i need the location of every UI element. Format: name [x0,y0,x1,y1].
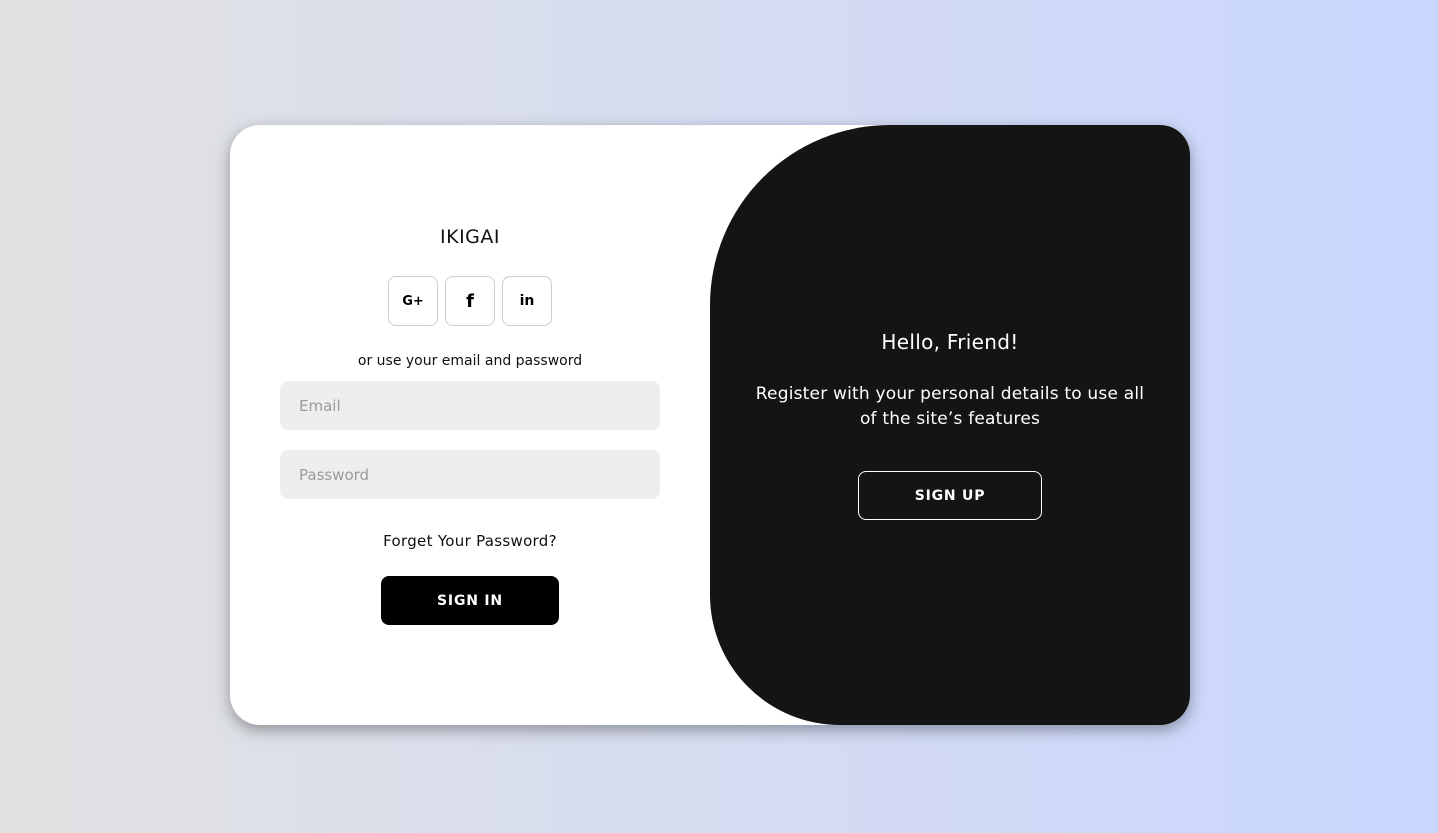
toggle-title: Hello, Friend! [881,330,1019,354]
password-field[interactable] [280,450,660,499]
facebook-icon: f [466,290,474,312]
facebook-button[interactable]: f [445,276,495,326]
linkedin-button[interactable]: in [502,276,552,326]
toggle-description: Register with your personal details to u… [755,384,1145,429]
sign-in-button[interactable]: SIGN IN [381,576,559,625]
toggle-panel: Hello, Friend! Register with your person… [710,125,1190,725]
auth-card: IKIGAI G+ f in or use your email and pas… [230,125,1190,725]
google-plus-icon: G+ [402,293,424,309]
social-login-row: G+ f in [388,276,552,326]
email-field[interactable] [280,381,660,430]
google-plus-button[interactable]: G+ [388,276,438,326]
alt-login-text: or use your email and password [357,353,583,369]
sign-in-form: IKIGAI G+ f in or use your email and pas… [230,125,710,725]
forgot-password-link[interactable]: Forget Your Password? [383,532,557,550]
brand-title: IKIGAI [440,226,500,248]
linkedin-icon: in [519,293,535,309]
sign-up-button[interactable]: SIGN UP [858,471,1042,520]
